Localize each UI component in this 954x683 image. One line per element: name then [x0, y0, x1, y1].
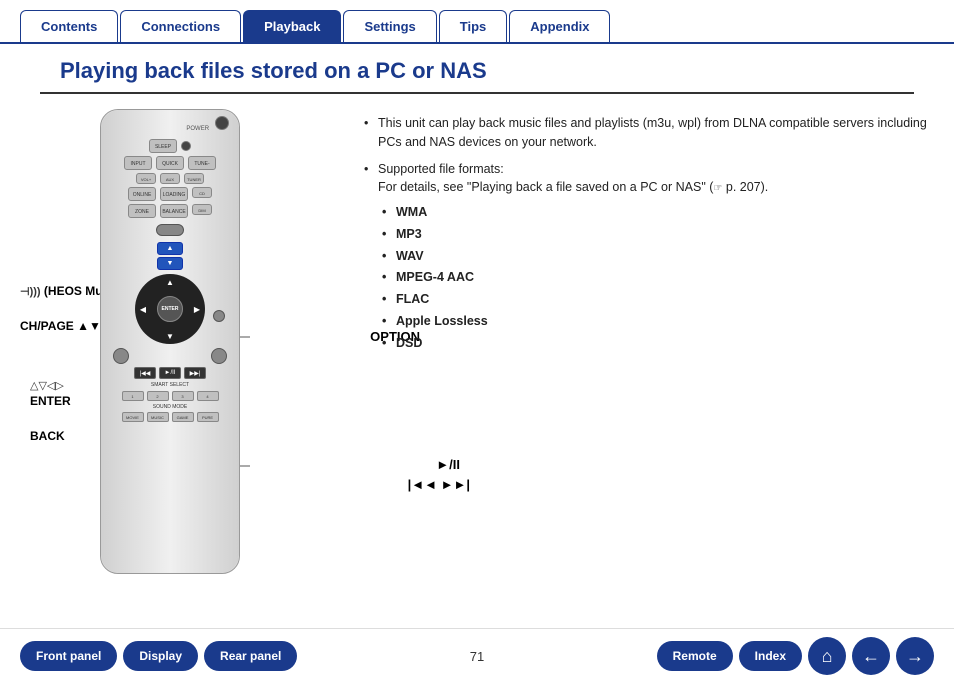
vol-up-button[interactable]: VOL+ [136, 173, 156, 184]
quick-button[interactable]: QUICK [156, 156, 184, 170]
chpage-label: CH/PAGE ▲▼ [20, 319, 101, 333]
format-mpeg4aac: MPEG-4 AAC [378, 268, 934, 287]
skip-back-button[interactable]: |◀◀ [134, 367, 156, 379]
format-wav: WAV [378, 247, 934, 266]
remote-top: POWER [101, 110, 239, 136]
option-button[interactable] [213, 310, 225, 322]
tuner-button[interactable]: TUNER [184, 173, 204, 184]
format-list: WMA MP3 WAV MPEG-4 AAC FLAC Apple Lossle… [378, 203, 934, 352]
multi1-button[interactable]: 1 [122, 391, 144, 401]
forward-nav-button[interactable]: → [896, 637, 934, 675]
tab-appendix[interactable]: Appendix [509, 10, 610, 42]
format-mp3: MP3 [378, 225, 934, 244]
page-number: 71 [303, 649, 650, 664]
remote-button[interactable]: Remote [657, 641, 733, 671]
play-pause-button[interactable]: ►/II [159, 367, 181, 379]
format-wma: WMA [378, 203, 934, 222]
format-apple-lossless: Apple Lossless [378, 312, 934, 331]
page-title: Playing back files stored on a PC or NAS [40, 44, 914, 94]
cd-button[interactable]: CD [192, 187, 212, 198]
display-button[interactable]: Display [123, 641, 198, 671]
nav-cross: ▲ ▼ ◀ ▶ ENTER [135, 274, 205, 344]
enter-button[interactable]: ENTER [157, 296, 183, 322]
music-button[interactable]: MUSIC [147, 412, 169, 422]
nav-up-button[interactable]: ▲ [164, 276, 176, 288]
pure-button[interactable]: PURE [197, 412, 219, 422]
sleep-button[interactable]: SLEEP [149, 139, 177, 153]
smart-select-label: SMART SELECT [103, 382, 237, 388]
playback-row: |◀◀ ►/II ▶▶| [107, 367, 233, 379]
bullet2-detail: For details, see "Playing back a file sa… [378, 180, 713, 194]
dim-button[interactable]: DIM [192, 204, 212, 215]
rear-panel-button[interactable]: Rear panel [204, 641, 297, 671]
enter-text: ENTER [162, 306, 179, 312]
chpage-down-button[interactable]: ▼ [157, 257, 183, 270]
bottom-navigation: Front panel Display Rear panel 71 Remote… [0, 628, 954, 683]
skip-fwd-button[interactable]: ▶▶| [184, 367, 206, 379]
mute-button[interactable] [181, 141, 191, 151]
power-button[interactable] [215, 116, 229, 130]
movie-button[interactable]: MOVIE [122, 412, 144, 422]
enter-arrows-label: △▽◁▷ [30, 379, 64, 392]
chpage-up-button[interactable]: ▲ [157, 242, 183, 255]
nav-left-button[interactable]: ◀ [137, 303, 149, 315]
top-navigation: Contents Connections Playback Settings T… [0, 10, 954, 44]
nav-right-button[interactable]: ▶ [191, 303, 203, 315]
online-button[interactable]: ONLINE [128, 187, 156, 201]
main-content: ⊣))) (HEOS Music) CH/PAGE ▲▼ △▽◁▷ ENTER … [0, 94, 954, 594]
sound-mode-label: SOUND MODE [103, 404, 237, 410]
front-panel-button[interactable]: Front panel [20, 641, 117, 671]
info-list: This unit can play back music files and … [360, 114, 934, 352]
sleep-row: SLEEP [107, 139, 233, 153]
bullet2-ref: p. 207). [722, 180, 768, 194]
sound-btns-row: MOVIE MUSIC GAME PURE [107, 412, 233, 422]
home-button[interactable]: ⌂ [808, 637, 846, 675]
index-button[interactable]: Index [739, 641, 802, 671]
nav-down-button[interactable]: ▼ [164, 330, 176, 342]
aux-button[interactable]: AUX [160, 173, 180, 184]
remote-inner: POWER SLEEP INPUT QUICK TUNE- [101, 110, 239, 573]
playback-label: ►/II [436, 457, 460, 472]
multi3-button[interactable]: 3 [172, 391, 194, 401]
remote-section: ⊣))) (HEOS Music) CH/PAGE ▲▼ △▽◁▷ ENTER … [20, 109, 340, 579]
multi4-button[interactable]: 4 [197, 391, 219, 401]
tab-tips[interactable]: Tips [439, 10, 508, 42]
remote-wrap: ⊣))) (HEOS Music) CH/PAGE ▲▼ △▽◁▷ ENTER … [20, 109, 340, 579]
input-button[interactable]: INPUT [124, 156, 152, 170]
setup-button[interactable] [211, 348, 227, 364]
heos-button[interactable] [156, 224, 184, 236]
balance-button[interactable]: BALANCE [160, 204, 188, 218]
bullet2-intro: Supported file formats: [378, 162, 504, 176]
btn-row-2: VOL+ AUX TUNER [107, 173, 233, 184]
back-button[interactable] [113, 348, 129, 364]
enter-label: ENTER [30, 394, 71, 408]
multi-row: 1 2 3 4 [107, 391, 233, 401]
skip-label: |◄◄ ►►| [408, 477, 470, 492]
format-dsd: DSD [378, 334, 934, 353]
tab-playback[interactable]: Playback [243, 10, 341, 42]
info-bullet-1: This unit can play back music files and … [360, 114, 934, 152]
format-flac: FLAC [378, 290, 934, 309]
fav-button[interactable]: TUNE- [188, 156, 216, 170]
info-section: This unit can play back music files and … [360, 109, 934, 579]
loading-button[interactable]: LOADING [160, 187, 188, 201]
btn-row-1: INPUT QUICK TUNE- [107, 156, 233, 170]
back-label: BACK [30, 429, 65, 443]
zone-button[interactable]: ZONE [128, 204, 156, 218]
info-bullet-2: Supported file formats: For details, see… [360, 160, 934, 353]
tab-settings[interactable]: Settings [343, 10, 436, 42]
back-nav-button[interactable]: ← [852, 637, 890, 675]
remote-body: POWER SLEEP INPUT QUICK TUNE- [100, 109, 240, 574]
tab-connections[interactable]: Connections [120, 10, 241, 42]
multi2-button[interactable]: 2 [147, 391, 169, 401]
zone-row: ZONE BALANCE DIM [107, 204, 233, 218]
btn-row-3: ONLINE LOADING CD [107, 187, 233, 201]
back-setup-row [113, 348, 227, 364]
game-button[interactable]: GAME [172, 412, 194, 422]
tab-contents[interactable]: Contents [20, 10, 118, 42]
